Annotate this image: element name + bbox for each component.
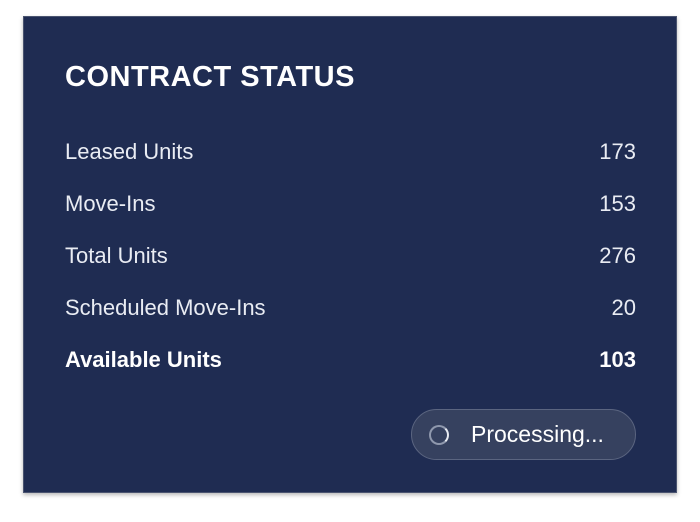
stat-label: Leased Units bbox=[65, 139, 194, 164]
stat-label: Move-Ins bbox=[65, 191, 156, 216]
stat-value: 103 bbox=[599, 347, 636, 372]
processing-status-button[interactable]: Processing... bbox=[411, 409, 636, 460]
stat-value: 153 bbox=[599, 191, 636, 216]
stat-value: 20 bbox=[611, 295, 636, 320]
stat-row-available-units: Available Units 103 bbox=[65, 345, 636, 375]
stat-label: Total Units bbox=[65, 243, 168, 268]
processing-status-label: Processing... bbox=[471, 421, 604, 447]
spinner-icon bbox=[429, 424, 449, 445]
contract-status-card: CONTRACT STATUS Leased Units 173 Move-In… bbox=[23, 16, 677, 493]
card-title: CONTRACT STATUS bbox=[65, 61, 355, 93]
stat-label: Scheduled Move-Ins bbox=[65, 295, 266, 320]
stat-value: 276 bbox=[599, 243, 636, 268]
stat-row-scheduled-move-ins: Scheduled Move-Ins 20 bbox=[65, 293, 636, 323]
stat-value: 173 bbox=[599, 139, 636, 164]
stat-row-total-units: Total Units 276 bbox=[65, 241, 636, 271]
stat-row-move-ins: Move-Ins 153 bbox=[65, 189, 636, 219]
stat-row-leased-units: Leased Units 173 bbox=[65, 137, 636, 167]
stat-label: Available Units bbox=[65, 347, 222, 372]
